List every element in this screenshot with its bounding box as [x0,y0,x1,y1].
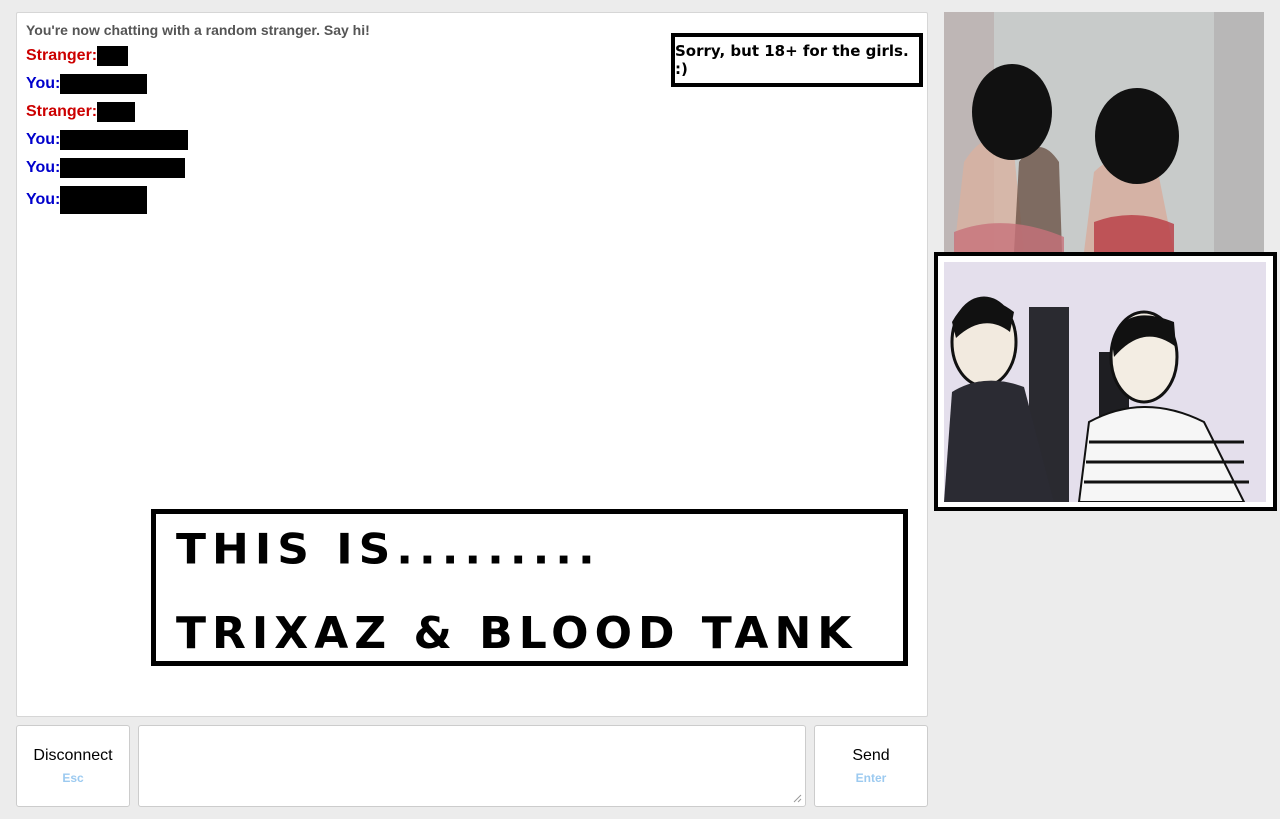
sender-label: You: [26,131,61,148]
sorry-sign-text: Sorry, but 18+ for the girls. :) [675,42,909,78]
redacted-text [97,46,129,66]
chat-message: You: [26,158,186,178]
redacted-text [60,130,189,150]
chat-message: Stranger: [26,46,129,66]
sender-label: You: [26,75,61,92]
disconnect-hint: Esc [62,771,84,785]
chat-message: You: [26,130,189,150]
title-line-2: TRIXAZ & BLOOD TANK [176,608,858,659]
chat-message: Stranger: [26,102,136,122]
sorry-sign: Sorry, but 18+ for the girls. :) [671,33,923,87]
message-input[interactable] [138,725,806,807]
send-button[interactable]: Send Enter [814,725,928,807]
disconnect-label: Disconnect [33,747,113,764]
sender-label: You: [26,191,61,208]
sender-label: You: [26,159,61,176]
redacted-text [97,102,136,122]
sender-label: Stranger: [26,103,98,120]
resize-grip-icon[interactable] [792,793,802,803]
self-video-image [944,262,1266,502]
send-label: Send [852,747,890,764]
chat-message: You: [26,186,148,214]
chat-status: You're now chatting with a random strang… [26,22,370,38]
redacted-text [60,186,148,214]
chat-message: You: [26,74,148,94]
stranger-video [944,12,1264,252]
stranger-video-image [944,12,1264,252]
self-video-frame [934,252,1277,511]
redacted-text [60,74,148,94]
send-hint: Enter [855,771,887,785]
sender-label: Stranger: [26,47,98,64]
redacted-text [60,158,186,178]
title-sign: THIS IS......... TRIXAZ & BLOOD TANK [151,509,908,666]
disconnect-button[interactable]: Disconnect Esc [16,725,130,807]
self-video [944,262,1266,502]
title-line-1: THIS IS......... [176,525,601,574]
